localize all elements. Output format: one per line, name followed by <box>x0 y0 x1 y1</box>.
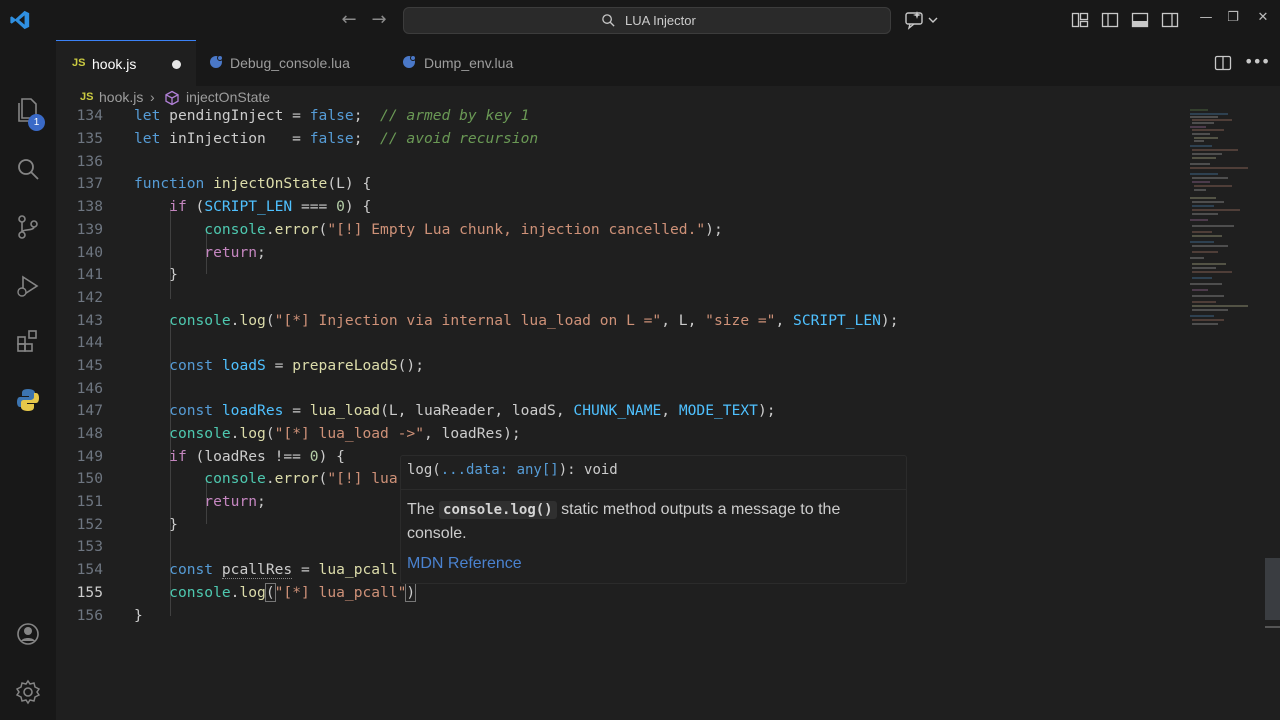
line-number: 135 <box>76 130 103 147</box>
toggle-panel-icon[interactable] <box>1131 11 1149 29</box>
signature-return: ): void <box>558 462 618 478</box>
run-and-debug-icon[interactable] <box>14 272 42 300</box>
line-number: 138 <box>76 198 103 215</box>
extensions-icon[interactable] <box>14 327 42 355</box>
code-line: 144 <box>56 334 1190 357</box>
code-line: 140 return; <box>56 244 1190 267</box>
lua-file-icon <box>403 55 416 68</box>
code-line-current: 155 console.log("[*] lua_pcall") <box>56 583 1190 607</box>
python-icon[interactable] <box>14 386 42 414</box>
line-number: 147 <box>76 402 103 419</box>
toggle-secondary-sidebar-icon[interactable] <box>1161 11 1179 29</box>
mdn-reference-link[interactable]: MDN Reference <box>407 555 522 573</box>
search-icon <box>602 14 615 27</box>
code-line: 141 } <box>56 266 1190 289</box>
restore-icon[interactable]: ❐ <box>1223 10 1243 25</box>
line-number: 149 <box>76 448 103 465</box>
tab-label: Dump_env.lua <box>424 55 514 71</box>
code-line: 136 <box>56 153 1190 176</box>
code-line: 134 let pendingInject = false; // armed … <box>56 107 1190 130</box>
doc-text: The <box>407 501 435 518</box>
more-actions-icon[interactable]: ••• <box>1244 52 1270 71</box>
line-number: 154 <box>76 561 103 578</box>
line-number: 145 <box>76 357 103 374</box>
command-center-search[interactable]: LUA Injector <box>403 7 891 34</box>
vscode-logo-icon <box>10 10 30 30</box>
code-line: 138 if (SCRIPT_LEN === 0) { <box>56 198 1190 221</box>
source-control-icon[interactable] <box>14 213 42 241</box>
tab-label: hook.js <box>92 56 137 72</box>
hover-divider <box>401 489 906 490</box>
code-line: 139 console.error("[!] Empty Lua chunk, … <box>56 221 1190 244</box>
signature-name: log( <box>407 462 441 478</box>
minimize-icon[interactable]: — <box>1196 10 1216 25</box>
javascript-file-icon: JS <box>80 91 94 103</box>
unsaved-dot-icon[interactable] <box>172 60 181 69</box>
customize-layout-icon[interactable] <box>1071 11 1089 29</box>
line-number: 140 <box>76 244 103 261</box>
line-number: 155 <box>76 584 103 601</box>
code-line: 147 const loadRes = lua_load(L, luaReade… <box>56 402 1190 425</box>
breadcrumb-separator: › <box>150 89 155 105</box>
line-number: 141 <box>76 266 103 283</box>
line-number: 151 <box>76 493 103 510</box>
line-number: 137 <box>76 175 103 192</box>
line-number: 148 <box>76 425 103 442</box>
line-number: 144 <box>76 334 103 351</box>
forward-arrow-icon[interactable]: → <box>369 9 389 30</box>
toggle-primary-sidebar-icon[interactable] <box>1101 11 1119 29</box>
editor-tab-bar: JS hook.js Debug_console.lua Dump_env.lu… <box>56 40 1280 86</box>
manage-gear-icon[interactable] <box>14 678 42 706</box>
javascript-file-icon: JS <box>72 57 86 69</box>
search-icon[interactable] <box>14 155 42 183</box>
hover-signature: log(...data: any[]): void <box>407 462 618 478</box>
tab-dump-env-lua[interactable]: Dump_env.lua <box>389 40 549 86</box>
code-line: 142 <box>56 289 1190 312</box>
line-number: 150 <box>76 470 103 487</box>
hover-documentation: The console.log() static method outputs … <box>407 498 887 545</box>
line-number: 156 <box>76 607 103 624</box>
activity-bar: 1 <box>0 40 56 720</box>
code-line: 146 <box>56 380 1190 403</box>
scrollbar-cursor-marker <box>1265 626 1280 628</box>
line-number: 152 <box>76 516 103 533</box>
line-number: 136 <box>76 153 103 170</box>
line-number: 146 <box>76 380 103 397</box>
code-editor[interactable]: 134 let pendingInject = false; // armed … <box>56 106 1190 720</box>
doc-code: console.log() <box>439 501 557 519</box>
vertical-scrollbar-thumb[interactable] <box>1265 558 1280 620</box>
breadcrumb-file[interactable]: hook.js <box>99 89 143 105</box>
breadcrumb-symbol[interactable]: injectOnState <box>186 89 270 105</box>
symbol-method-icon <box>165 90 179 106</box>
line-number: 134 <box>76 107 103 124</box>
code-line: 156 } <box>56 607 1190 630</box>
copilot-icon[interactable] <box>904 10 940 30</box>
tab-debug-console-lua[interactable]: Debug_console.lua <box>196 40 386 86</box>
hover-tooltip: log(...data: any[]): void The console.lo… <box>400 455 907 584</box>
split-editor-icon[interactable] <box>1214 54 1232 72</box>
title-bar: ← → LUA Injector — ❐ ✕ <box>0 0 1280 40</box>
command-center-text: LUA Injector <box>625 13 696 28</box>
explorer-badge: 1 <box>28 114 45 131</box>
line-number: 153 <box>76 538 103 555</box>
minimap[interactable] <box>1188 106 1263 346</box>
line-number: 143 <box>76 312 103 329</box>
code-line: 137 function injectOnState(L) { <box>56 175 1190 198</box>
code-line: 148 console.log("[*] lua_load ->", loadR… <box>56 425 1190 448</box>
accounts-icon[interactable] <box>14 620 42 648</box>
back-arrow-icon[interactable]: ← <box>339 9 359 30</box>
line-number: 142 <box>76 289 103 306</box>
close-icon[interactable]: ✕ <box>1253 10 1273 25</box>
code-line: 145 const loadS = prepareLoadS(); <box>56 357 1190 380</box>
tab-label: Debug_console.lua <box>230 55 350 71</box>
code-line: 135 let inInjection = false; // avoid re… <box>56 130 1190 153</box>
tab-hook-js[interactable]: JS hook.js <box>56 40 196 86</box>
lua-file-icon <box>210 55 223 68</box>
code-line: 143 console.log("[*] Injection via inter… <box>56 312 1190 335</box>
line-number: 139 <box>76 221 103 238</box>
signature-param: ...data: any[] <box>440 462 559 478</box>
